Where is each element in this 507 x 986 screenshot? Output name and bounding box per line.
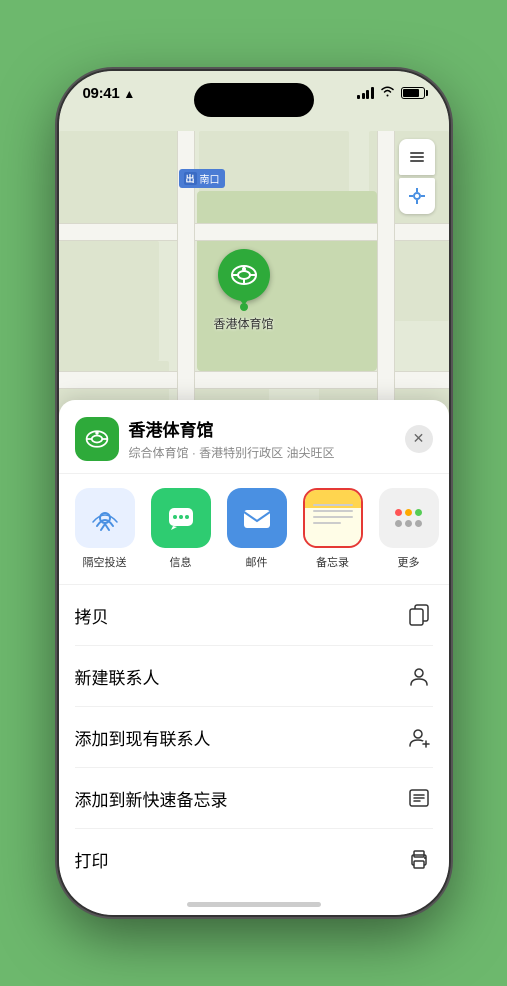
share-item-notes[interactable]: 备忘录 — [299, 488, 367, 570]
add-contact-icon — [405, 723, 433, 751]
location-button[interactable] — [399, 178, 435, 214]
mail-label: 邮件 — [246, 554, 268, 570]
new-contact-label: 新建联系人 — [75, 664, 160, 689]
airdrop-icon — [75, 488, 135, 548]
action-row-new-contact[interactable]: 新建联系人 — [75, 646, 433, 707]
venue-name: 香港体育馆 — [129, 416, 405, 441]
action-row-add-contact[interactable]: 添加到现有联系人 — [75, 707, 433, 768]
copy-label: 拷贝 — [75, 603, 109, 628]
home-indicator — [187, 902, 321, 907]
notes-label: 备忘录 — [316, 554, 349, 570]
more-label: 更多 — [398, 554, 420, 570]
venue-subtitle: 综合体育馆 · 香港特别行政区 油尖旺区 — [129, 444, 405, 461]
bottom-sheet: 香港体育馆 综合体育馆 · 香港特别行政区 油尖旺区 ✕ — [59, 400, 449, 915]
new-contact-icon — [405, 662, 433, 690]
message-icon — [151, 488, 211, 548]
venue-info: 香港体育馆 综合体育馆 · 香港特别行政区 油尖旺区 — [129, 416, 405, 461]
stadium-pin[interactable]: 香港体育馆 — [214, 249, 274, 332]
action-row-copy[interactable]: 拷贝 — [75, 585, 433, 646]
map-layers-button[interactable] — [399, 139, 435, 175]
more-icon — [379, 488, 439, 548]
share-item-mail[interactable]: 邮件 — [223, 488, 291, 570]
venue-icon — [75, 417, 119, 461]
airdrop-label: 隔空投送 — [83, 554, 127, 570]
share-item-airdrop[interactable]: 隔空投送 — [71, 488, 139, 570]
message-label: 信息 — [170, 554, 192, 570]
share-item-message[interactable]: 信息 — [147, 488, 215, 570]
status-time: 09:41 — [83, 85, 120, 102]
share-row: 隔空投送 信息 — [59, 474, 449, 585]
quick-note-icon — [405, 784, 433, 812]
share-item-more[interactable]: 更多 — [375, 488, 443, 570]
pin-dot — [240, 303, 248, 311]
notes-icon — [303, 488, 363, 548]
location-icon: ▲ — [123, 87, 135, 101]
action-rows: 拷贝 新建联系人 — [59, 585, 449, 881]
action-row-quick-note[interactable]: 添加到新快速备忘录 — [75, 768, 433, 829]
phone-frame: 09:41 ▲ — [59, 71, 449, 915]
wifi-icon — [380, 85, 395, 100]
add-contact-label: 添加到现有联系人 — [75, 725, 211, 750]
mail-icon — [227, 488, 287, 548]
map-controls — [399, 139, 435, 214]
signal-bars-icon — [357, 87, 374, 99]
pin-circle — [218, 249, 270, 301]
quick-note-label: 添加到新快速备忘录 — [75, 786, 228, 811]
print-label: 打印 — [75, 847, 109, 872]
map-south-entrance-label: 出 南口 — [179, 169, 225, 188]
venue-header: 香港体育馆 综合体育馆 · 香港特别行政区 油尖旺区 ✕ — [59, 400, 449, 474]
battery-icon — [401, 87, 425, 99]
copy-icon — [405, 601, 433, 629]
pin-label: 香港体育馆 — [214, 315, 274, 332]
print-icon — [405, 845, 433, 873]
dynamic-island — [194, 83, 314, 117]
close-button[interactable]: ✕ — [405, 425, 433, 453]
status-icons — [357, 85, 425, 100]
action-row-print[interactable]: 打印 — [75, 829, 433, 881]
phone-screen: 09:41 ▲ — [59, 71, 449, 915]
